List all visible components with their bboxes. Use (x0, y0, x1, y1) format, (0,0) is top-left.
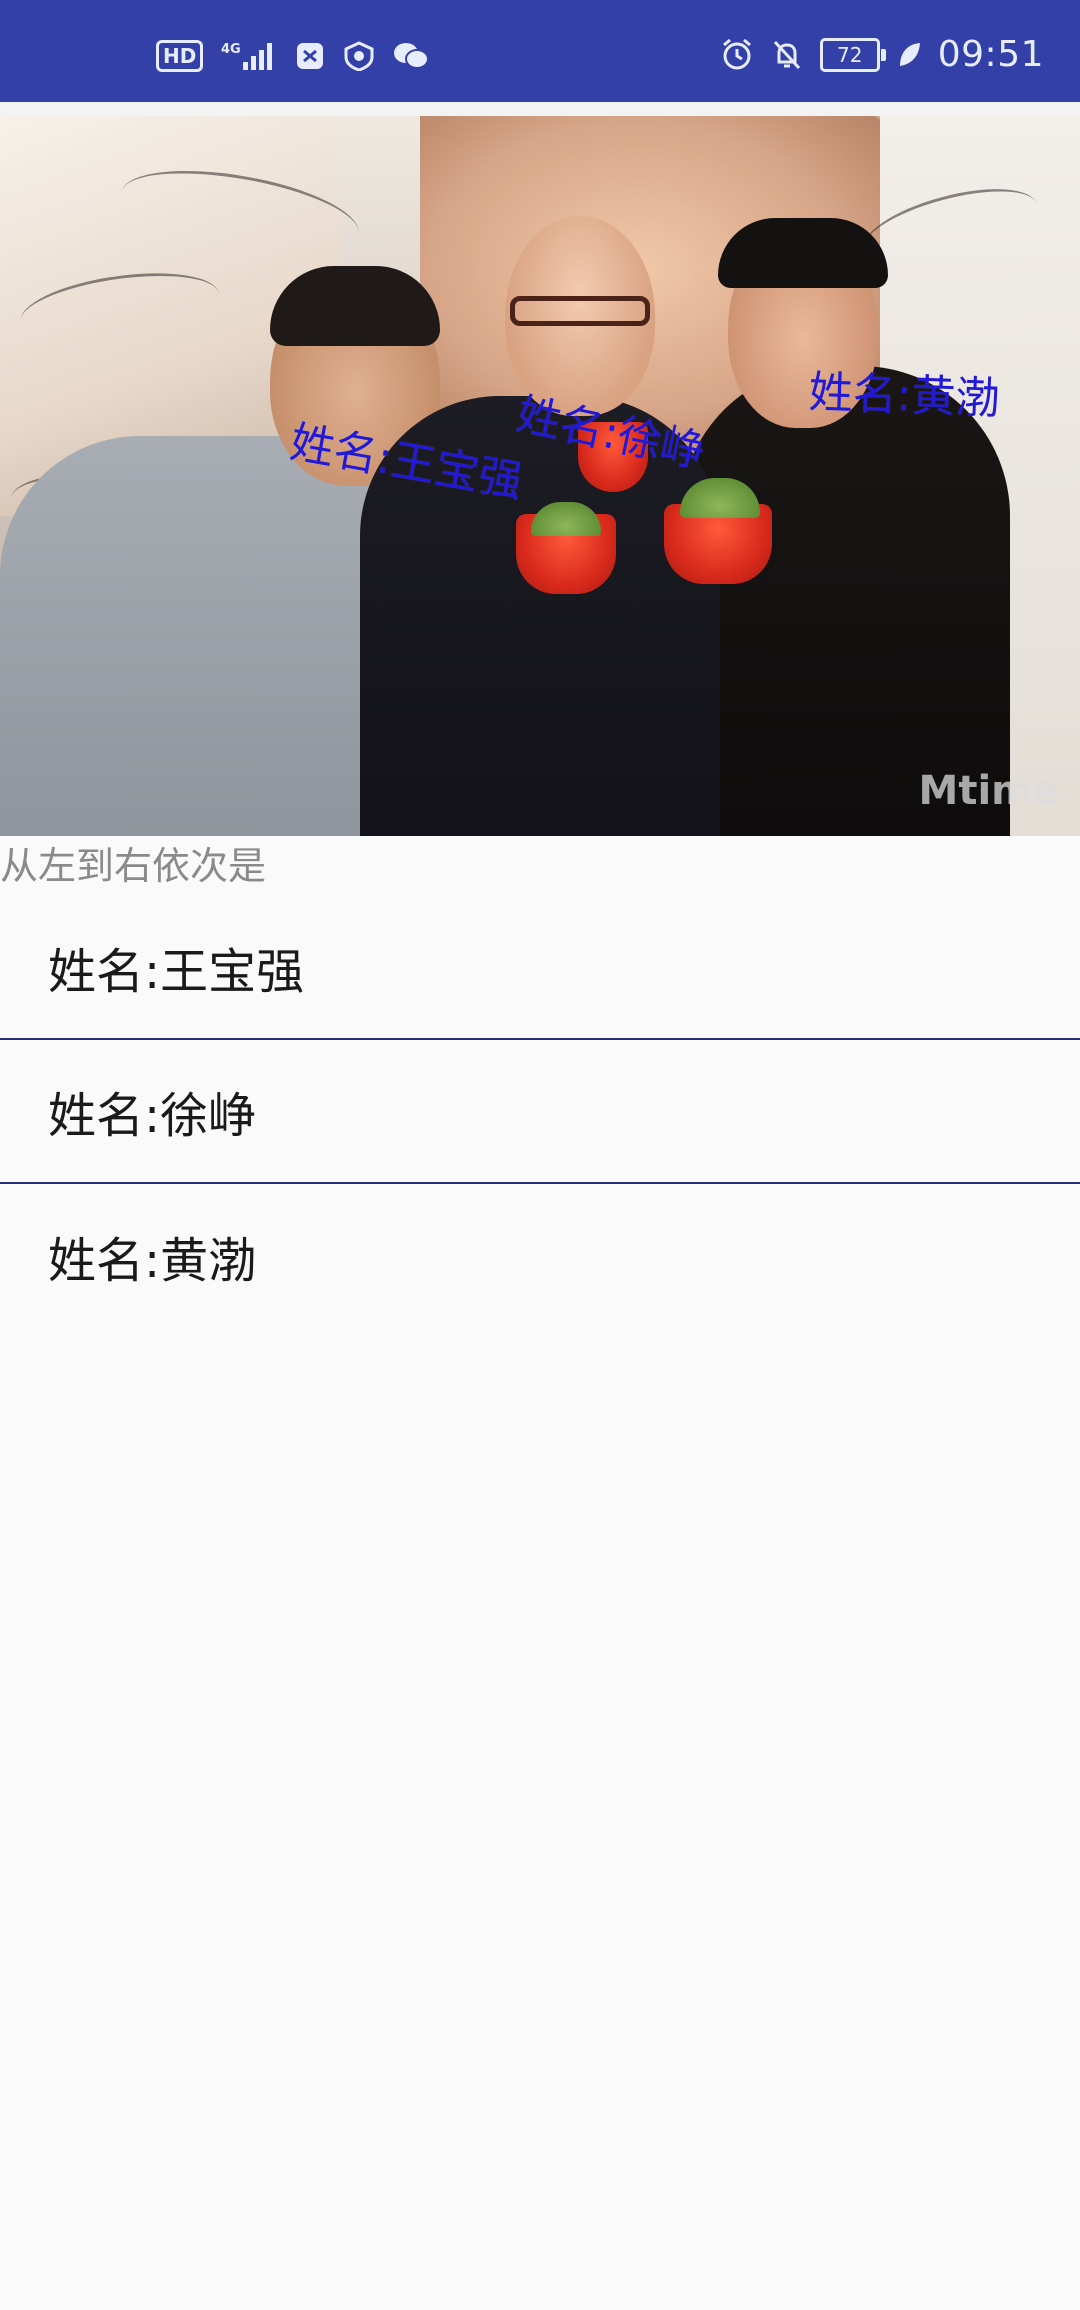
person-left (0, 436, 420, 836)
leaf-icon (896, 40, 922, 70)
battery-icon: 72 (819, 37, 886, 72)
list-item[interactable]: 姓名:黄渤 (0, 1184, 1080, 1328)
wechat-icon (393, 41, 430, 71)
status-right-icons: 72 09:51 (720, 34, 1044, 75)
status-time: 09:51 (937, 34, 1044, 75)
status-left-icons: HD 4G (156, 40, 430, 72)
list-item[interactable]: 姓名:王宝强 (0, 896, 1080, 1040)
caption-text: 从左到右依次是 (0, 844, 267, 888)
app-notification-icon (295, 41, 325, 71)
person-right (680, 366, 1010, 836)
status-bar: HD 4G 72 09:51 (0, 0, 1080, 102)
face-tag-right: 姓名:黄渤 (807, 366, 1001, 425)
mute-bell-icon (770, 38, 804, 72)
person-right-hair (718, 218, 888, 288)
alarm-icon (720, 38, 754, 72)
group-photo: Mtime 姓名:王宝强 姓名:徐峥 姓名:黄渤 (0, 116, 1080, 836)
list-item[interactable]: 姓名:徐峥 (0, 1040, 1080, 1184)
person-left-hair (270, 266, 440, 346)
hd-icon: HD (156, 40, 204, 72)
person-middle-glasses (510, 296, 650, 326)
name-list: 姓名:王宝强 姓名:徐峥 姓名:黄渤 (0, 896, 1080, 1328)
watermark-logo: Mtime (918, 768, 1060, 814)
top-divider (0, 102, 1080, 116)
svg-text:4G: 4G (221, 42, 241, 57)
signal-icon: 4G (221, 40, 277, 72)
shield-icon (343, 41, 375, 71)
